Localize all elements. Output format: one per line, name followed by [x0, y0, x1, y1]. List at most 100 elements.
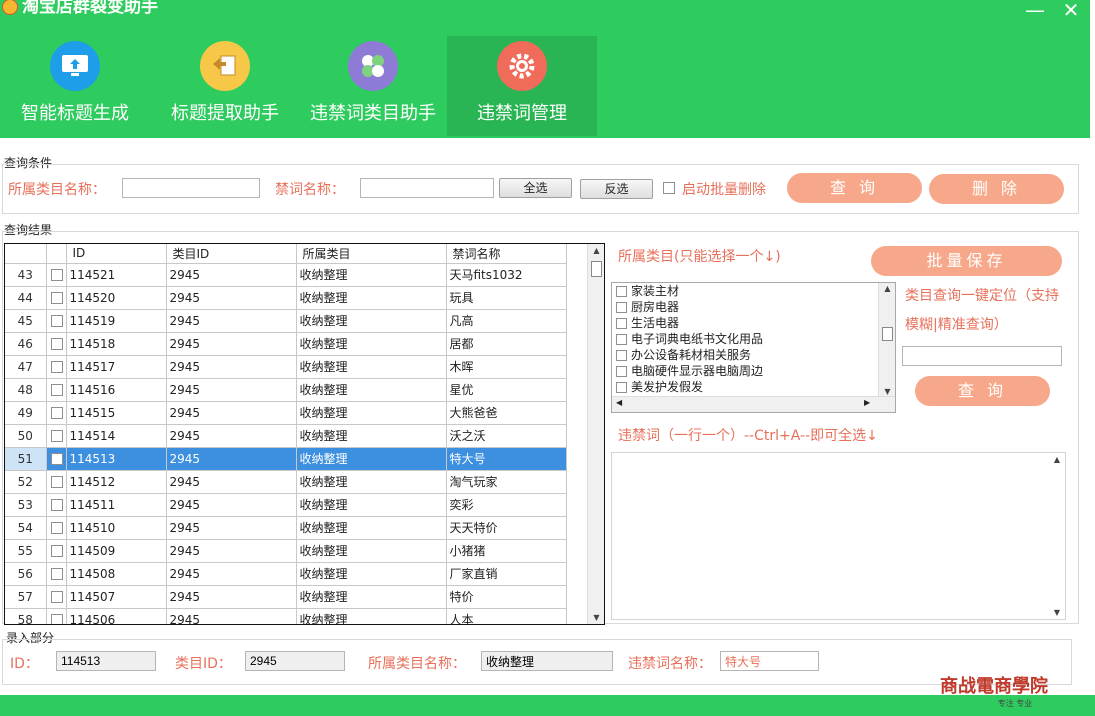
row-checkbox-box[interactable] [50, 384, 63, 396]
category-checkbox[interactable] [616, 350, 627, 361]
category-checkbox[interactable] [616, 366, 627, 377]
table-row[interactable]: 55 114509 2945 收纳整理 小猪猪 [5, 539, 567, 563]
scroll-thumb[interactable] [591, 261, 602, 277]
list-item[interactable]: 电子词典电纸书文化用品 [612, 331, 878, 347]
row-checkbox[interactable] [46, 332, 67, 356]
row-checkbox[interactable] [46, 355, 67, 379]
row-checkbox-box[interactable] [50, 522, 63, 534]
entry-word-field[interactable] [720, 651, 819, 671]
row-checkbox-box[interactable] [50, 361, 63, 373]
row-checkbox[interactable] [46, 447, 67, 471]
row-checkbox-box[interactable] [50, 545, 63, 557]
row-checkbox[interactable] [46, 585, 67, 609]
scroll-down-arrow-icon[interactable]: ▼ [588, 613, 604, 622]
table-row[interactable]: 46 114518 2945 收纳整理 居都 [5, 332, 567, 356]
results-grid[interactable]: ID 类目ID 所属类目 禁词名称 43 114521 2945 收纳整理 天马fits… [4, 243, 605, 625]
entry-category-id-field[interactable] [245, 651, 345, 671]
locate-category-input[interactable] [902, 346, 1062, 366]
table-row[interactable]: 57 114507 2945 收纳整理 特价 [5, 585, 567, 609]
locate-query-button[interactable]: 查 询 [915, 376, 1050, 406]
invert-selection-button[interactable]: 反选 [580, 179, 653, 199]
table-row[interactable]: 50 114514 2945 收纳整理 沃之沃 [5, 424, 567, 448]
column-header-category[interactable]: 所属类目 [296, 244, 447, 264]
scroll-up-arrow-icon[interactable]: ▲ [879, 284, 895, 293]
table-row[interactable]: 51 114513 2945 收纳整理 特大号 [5, 447, 567, 471]
row-checkbox[interactable] [46, 263, 67, 287]
row-checkbox[interactable] [46, 378, 67, 402]
row-checkbox-box[interactable] [50, 407, 63, 419]
row-checkbox[interactable] [46, 562, 67, 586]
tab-banned-category[interactable]: 违禁词类目助手 [298, 36, 448, 136]
tab-banned-manage[interactable]: 违禁词管理 [447, 36, 597, 136]
row-checkbox[interactable] [46, 608, 67, 624]
scroll-right-arrow-icon[interactable]: ▶ [864, 398, 870, 407]
table-row[interactable]: 53 114511 2945 收纳整理 奕彩 [5, 493, 567, 517]
list-item[interactable]: 厨房电器 [612, 299, 878, 315]
list-item[interactable]: 办公设备耗材相关服务 [612, 347, 878, 363]
scroll-up-arrow-icon[interactable]: ▲ [588, 246, 604, 255]
table-row[interactable]: 52 114512 2945 收纳整理 淘气玩家 [5, 470, 567, 494]
table-row[interactable]: 49 114515 2945 收纳整理 大熊爸爸 [5, 401, 567, 425]
row-checkbox-box[interactable] [50, 315, 63, 327]
category-listbox[interactable]: 家装主材 厨房电器 生活电器 电子词典电纸书文化用品 办公设备耗材相关服务 电脑硬件显示器… [611, 282, 896, 413]
list-item[interactable]: 家装主材 [612, 283, 878, 299]
row-checkbox[interactable] [46, 401, 67, 425]
column-header-category-id[interactable]: 类目ID [166, 244, 297, 264]
table-row[interactable]: 58 114506 2945 收纳整理 人本 [5, 608, 567, 624]
banned-word-input[interactable] [360, 178, 494, 198]
row-checkbox-box[interactable] [50, 614, 63, 624]
list-item[interactable]: 电脑硬件显示器电脑周边 [612, 363, 878, 379]
category-checkbox[interactable] [616, 382, 627, 393]
category-checkbox[interactable] [616, 318, 627, 329]
row-checkbox[interactable] [46, 424, 67, 448]
column-header-id[interactable]: ID [66, 244, 167, 264]
table-row[interactable]: 44 114520 2945 收纳整理 玩具 [5, 286, 567, 310]
minimize-button[interactable]: — [1020, 0, 1050, 22]
row-checkbox[interactable] [46, 470, 67, 494]
row-checkbox-box[interactable] [50, 453, 63, 465]
tab-smart-title[interactable]: 智能标题生成 [0, 36, 150, 136]
table-row[interactable]: 48 114516 2945 收纳整理 星优 [5, 378, 567, 402]
scroll-thumb[interactable] [882, 327, 893, 341]
scroll-left-arrow-icon[interactable]: ◀ [616, 398, 622, 407]
batch-delete-checkbox[interactable] [663, 182, 675, 194]
row-checkbox-box[interactable] [50, 430, 63, 442]
row-checkbox-box[interactable] [50, 338, 63, 350]
table-row[interactable]: 54 114510 2945 收纳整理 天天特价 [5, 516, 567, 540]
listbox-hscrollbar[interactable]: ◀ ▶ [612, 396, 895, 412]
grid-scrollbar[interactable]: ▲ ▼ [587, 244, 604, 624]
row-checkbox[interactable] [46, 539, 67, 563]
batch-save-button[interactable]: 批量保存 [871, 246, 1062, 276]
list-item[interactable]: 生活电器 [612, 315, 878, 331]
entry-id-field[interactable] [56, 651, 156, 671]
row-checkbox-box[interactable] [50, 269, 63, 281]
category-checkbox[interactable] [616, 334, 627, 345]
tab-title-extract[interactable]: 标题提取助手 [150, 36, 300, 136]
row-checkbox-box[interactable] [50, 292, 63, 304]
listbox-scrollbar[interactable]: ▲ ▼ [878, 283, 895, 397]
scroll-down-arrow-icon[interactable]: ▼ [1049, 608, 1065, 617]
entry-category-name-field[interactable] [481, 651, 613, 671]
table-row[interactable]: 56 114508 2945 收纳整理 厂家直销 [5, 562, 567, 586]
row-checkbox[interactable] [46, 286, 67, 310]
category-checkbox[interactable] [616, 302, 627, 313]
query-button[interactable]: 查 询 [787, 173, 922, 203]
table-row[interactable]: 45 114519 2945 收纳整理 凡高 [5, 309, 567, 333]
row-checkbox[interactable] [46, 516, 67, 540]
row-checkbox[interactable] [46, 493, 67, 517]
delete-button[interactable]: 删 除 [929, 174, 1064, 204]
textarea-scrollbar[interactable]: ▲ ▼ [1049, 453, 1065, 619]
row-checkbox-box[interactable] [50, 591, 63, 603]
banned-words-textarea[interactable]: ▲ ▼ [611, 452, 1066, 620]
select-all-button[interactable]: 全选 [499, 178, 572, 198]
close-button[interactable]: ✕ [1056, 0, 1086, 22]
scroll-up-arrow-icon[interactable]: ▲ [1049, 455, 1065, 464]
category-checkbox[interactable] [616, 286, 627, 297]
table-row[interactable]: 43 114521 2945 收纳整理 天马fits1032 [5, 263, 567, 287]
row-checkbox-box[interactable] [50, 476, 63, 488]
category-name-input[interactable] [122, 178, 260, 198]
row-checkbox-box[interactable] [50, 499, 63, 511]
row-checkbox-box[interactable] [50, 568, 63, 580]
list-item[interactable]: 美发护发假发 [612, 379, 878, 395]
row-checkbox[interactable] [46, 309, 67, 333]
